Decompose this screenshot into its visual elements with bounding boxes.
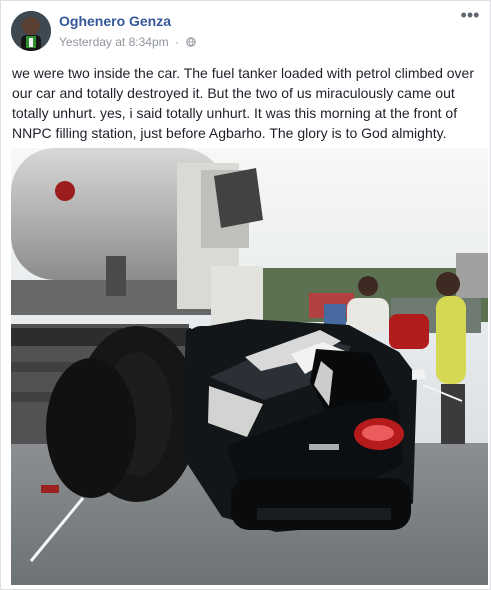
post-options-button[interactable]: ••• <box>459 6 481 27</box>
post-text: we were two inside the car. The fuel tan… <box>12 65 474 141</box>
post-photo[interactable] <box>11 148 488 585</box>
post-header: Oghenero Genza Yesterday at 8:34pm · ••• <box>11 6 481 55</box>
avatar[interactable] <box>11 11 51 51</box>
post-meta: Yesterday at 8:34pm · <box>59 35 197 49</box>
ellipsis-icon: ••• <box>460 5 480 25</box>
post-timestamp[interactable]: Yesterday at 8:34pm <box>59 35 169 49</box>
facebook-post: Oghenero Genza Yesterday at 8:34pm · •••… <box>0 0 491 590</box>
globe-icon[interactable] <box>186 36 197 47</box>
meta-separator: · <box>174 35 179 49</box>
accident-photo <box>11 148 488 585</box>
avatar-image <box>11 11 51 51</box>
author-name[interactable]: Oghenero Genza <box>59 13 171 29</box>
